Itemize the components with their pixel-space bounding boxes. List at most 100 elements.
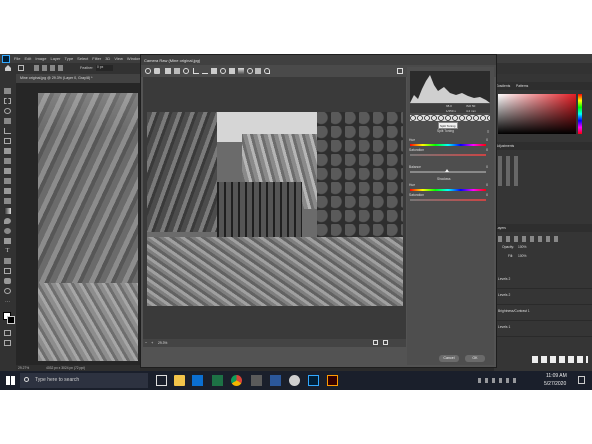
screen-mode-icon[interactable] [4,340,11,346]
rotate-left-icon[interactable] [264,68,270,74]
eraser-icon[interactable] [4,198,11,204]
highlights-saturation-slider[interactable] [410,154,486,156]
frame-tool-icon[interactable] [4,138,11,144]
rectangle-tool-icon[interactable] [4,268,11,274]
before-after-icon[interactable] [373,340,378,345]
panel-tab-icons[interactable] [410,115,490,121]
tab-gradients[interactable]: Gradients [496,84,510,88]
opacity-input[interactable]: 100% [518,245,526,249]
zoom-plus-icon[interactable]: + [151,340,153,345]
task-view-icon[interactable] [156,375,167,386]
zoom-minus-icon[interactable]: − [145,340,147,345]
document-canvas[interactable] [16,83,140,365]
ok-button[interactable]: OK [465,355,485,362]
notification-icon[interactable] [578,376,585,384]
highlights-hue-slider[interactable] [410,144,486,146]
zoom-icon[interactable] [145,68,151,74]
menu-3d[interactable]: 3D [105,56,110,61]
background-color-swatch[interactable] [7,316,15,324]
quick-select-icon[interactable] [4,118,11,124]
more-tools-icon[interactable]: ··· [4,300,11,306]
balance-slider-thumb[interactable] [445,169,449,172]
eyedropper-icon[interactable] [4,148,11,154]
marquee-icon[interactable] [18,65,24,71]
menu-select[interactable]: Select [77,56,88,61]
spot-removal-icon[interactable] [211,68,217,74]
hue-slider[interactable] [578,94,582,134]
white-balance-icon[interactable] [165,68,171,74]
highlights-saturation-value[interactable]: 0 [486,148,488,152]
straighten-icon[interactable] [202,68,208,74]
taskbar-search-box[interactable]: Type here to search [20,373,148,388]
pen-tool-icon[interactable] [4,238,11,244]
cancel-button[interactable]: Cancel [439,355,459,362]
crop-tool-icon[interactable] [4,128,11,134]
blur-tool-icon[interactable] [4,218,11,224]
camera-raw-preview[interactable] [143,77,406,339]
shadows-saturation-value[interactable]: 0 [486,193,488,197]
selection-mode-icons[interactable] [34,65,64,71]
adjustment-icons[interactable] [498,156,522,186]
gradient-tool-icon[interactable] [4,208,11,214]
layer-filter-icons[interactable] [498,236,558,242]
file-explorer-icon[interactable] [174,375,185,386]
preview-toggle-icon[interactable] [383,340,388,345]
history-brush-icon[interactable] [4,188,11,194]
layer-row[interactable]: Levels 2 [494,272,592,289]
lasso-tool-icon[interactable] [4,108,11,114]
hand-tool-icon[interactable] [4,278,11,284]
adjustments-label[interactable]: Adjustments [496,144,514,148]
layer-row[interactable]: Levels 1 [494,320,592,337]
highlights-hue-value[interactable]: 0 [486,138,488,142]
targeted-adjustment-icon[interactable] [183,68,189,74]
marquee-tool-icon[interactable] [4,98,11,104]
color-picker-field[interactable] [498,94,576,134]
word-icon[interactable] [270,375,281,386]
color-sampler-icon[interactable] [174,68,180,74]
menu-image[interactable]: Image [35,56,46,61]
preferences-icon[interactable] [255,68,261,74]
layer-row[interactable]: Brightness/Contrast 1 [494,304,592,321]
status-info[interactable]: 4032 px x 3024 px (72 ppi) [46,366,85,370]
chrome-icon[interactable] [231,375,242,386]
quick-mask-icon[interactable] [4,330,11,336]
menu-view[interactable]: View [114,56,123,61]
clock-date[interactable]: 5/27/2020 [544,381,566,387]
healing-brush-icon[interactable] [4,158,11,164]
menu-file[interactable]: File [14,56,20,61]
shadows-hue-slider[interactable] [410,189,486,191]
brush-tool-icon[interactable] [4,168,11,174]
dodge-tool-icon[interactable] [4,228,11,234]
shadows-saturation-slider[interactable] [410,199,486,201]
photoshop-taskbar-icon[interactable] [308,375,319,386]
document-tab[interactable]: Mine original.jpg @ 29.3% (Layer 0, Gray… [16,74,146,83]
system-tray-icons[interactable] [478,378,518,383]
adjustment-brush-icon[interactable] [229,68,235,74]
move-tool-icon[interactable] [4,88,11,94]
windows-start-icon[interactable] [6,376,15,385]
type-tool-icon[interactable]: T [4,248,11,254]
calculator-icon[interactable] [251,375,262,386]
red-eye-icon[interactable] [220,68,226,74]
excel-icon[interactable] [212,375,223,386]
layers-footer-icons[interactable] [532,356,588,363]
menu-edit[interactable]: Edit [24,56,31,61]
menu-layer[interactable]: Layer [50,56,60,61]
tab-patterns[interactable]: Patterns [516,84,528,88]
zoom-level[interactable]: 29.3% [158,341,167,345]
layers-label[interactable]: Layers [496,226,506,230]
illustrator-taskbar-icon[interactable] [327,375,338,386]
panel-menu-icon[interactable]: ≡ [487,129,489,134]
radial-filter-icon[interactable] [247,68,253,74]
store-icon[interactable] [192,375,203,386]
balance-value[interactable]: 0 [486,165,488,169]
settings-tool-icon[interactable] [289,375,300,386]
crop-icon[interactable] [193,68,199,74]
menu-filter[interactable]: Filter [92,56,101,61]
layer-row[interactable]: Levels 2 [494,288,592,305]
menu-type[interactable]: Type [65,56,74,61]
feather-input[interactable]: 0 px [96,65,113,71]
clock-time[interactable]: 11:09 AM [546,373,567,379]
fill-input[interactable]: 100% [518,254,526,258]
status-zoom[interactable]: 29.27% [18,366,29,370]
